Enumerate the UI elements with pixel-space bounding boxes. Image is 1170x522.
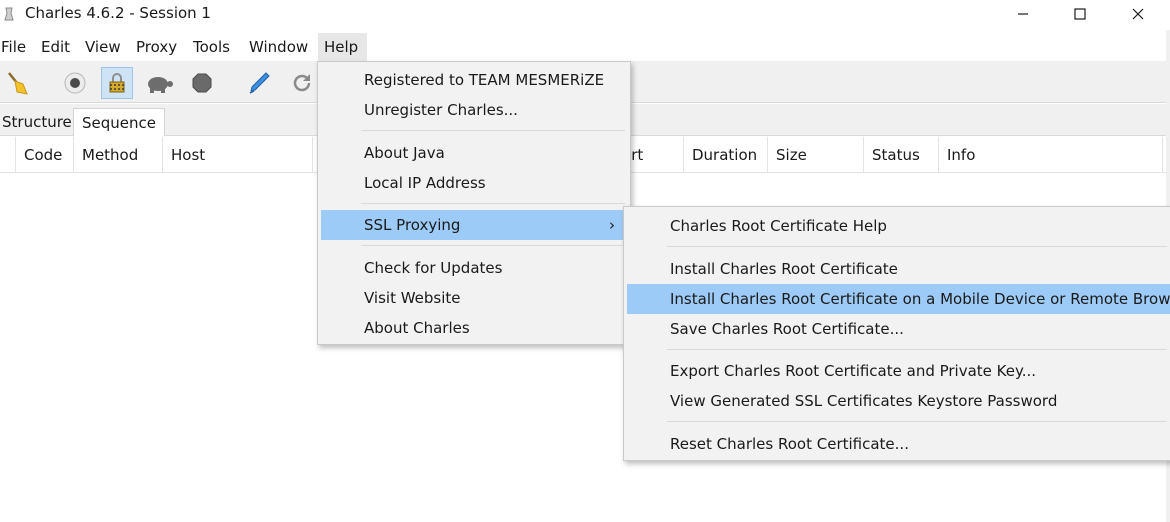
menu-item-install-root-cert[interactable]: Install Charles Root Certificate bbox=[627, 254, 1170, 284]
record-icon bbox=[64, 72, 86, 94]
menu-item-install-mobile-cert[interactable]: Install Charles Root Certificate on a Mo… bbox=[627, 284, 1170, 314]
menu-separator bbox=[667, 421, 1167, 422]
chevron-right-icon: › bbox=[609, 216, 615, 234]
throttling-button[interactable] bbox=[143, 67, 175, 99]
clear-session-button[interactable] bbox=[2, 67, 34, 99]
menu-item-export-root-cert[interactable]: Export Charles Root Certificate and Priv… bbox=[627, 356, 1170, 386]
record-button[interactable] bbox=[59, 67, 91, 99]
menu-item-local-ip[interactable]: Local IP Address bbox=[321, 168, 627, 198]
column-size[interactable]: Size bbox=[768, 137, 864, 173]
maximize-button[interactable] bbox=[1057, 0, 1103, 28]
menu-separator bbox=[667, 246, 1167, 247]
title-bar: Charles 4.6.2 - Session 1 bbox=[0, 0, 1170, 30]
menu-item-save-root-cert[interactable]: Save Charles Root Certificate... bbox=[627, 314, 1170, 344]
column-indicator[interactable] bbox=[0, 137, 16, 173]
menu-help[interactable]: Help bbox=[318, 33, 368, 61]
column-status[interactable]: Status bbox=[864, 137, 939, 173]
menu-item-visit-website[interactable]: Visit Website bbox=[321, 283, 627, 313]
menu-proxy[interactable]: Proxy bbox=[135, 33, 178, 61]
menu-separator bbox=[361, 130, 625, 131]
menu-item-check-updates[interactable]: Check for Updates bbox=[321, 253, 627, 283]
menu-item-about-charles[interactable]: About Charles bbox=[321, 313, 627, 343]
ssl-lock-icon bbox=[109, 73, 125, 93]
repeat-icon bbox=[293, 74, 311, 92]
throttle-turtle-icon bbox=[148, 77, 173, 93]
column-method[interactable]: Method bbox=[74, 137, 163, 173]
menu-item-about-java[interactable]: About Java bbox=[321, 138, 627, 168]
ssl-proxying-button[interactable] bbox=[101, 67, 133, 99]
breakpoints-button[interactable] bbox=[186, 67, 218, 99]
close-icon bbox=[1132, 8, 1144, 20]
menu-item-registered[interactable]: Registered to TEAM MESMERiZE bbox=[321, 65, 627, 95]
menu-view[interactable]: View bbox=[84, 33, 122, 61]
compose-pen-icon bbox=[249, 72, 270, 94]
column-info[interactable]: Info bbox=[939, 137, 1163, 173]
menu-item-root-cert-help[interactable]: Charles Root Certificate Help bbox=[627, 211, 1170, 241]
column-code[interactable]: Code bbox=[16, 137, 74, 173]
close-button[interactable] bbox=[1115, 0, 1161, 28]
breakpoints-hexagon-icon bbox=[192, 73, 212, 93]
window-title: Charles 4.6.2 - Session 1 bbox=[25, 4, 211, 22]
menu-separator bbox=[361, 245, 625, 246]
menu-item-ssl-proxying-label: SSL Proxying bbox=[364, 216, 461, 234]
charles-app-icon bbox=[4, 7, 14, 21]
tab-sequence[interactable]: Sequence bbox=[73, 108, 165, 136]
minimize-icon bbox=[1018, 13, 1028, 15]
menu-bar: File Edit View Proxy Tools Window Help bbox=[0, 33, 1170, 61]
repeat-button[interactable] bbox=[286, 67, 318, 99]
compose-button[interactable] bbox=[243, 67, 275, 99]
menu-item-unregister[interactable]: Unregister Charles... bbox=[321, 95, 627, 125]
broom-icon bbox=[8, 72, 28, 95]
column-host[interactable]: Host bbox=[163, 137, 313, 173]
menu-edit[interactable]: Edit bbox=[40, 33, 71, 61]
column-start[interactable]: art bbox=[622, 137, 684, 173]
minimize-button[interactable] bbox=[1000, 0, 1046, 28]
menu-tools[interactable]: Tools bbox=[192, 33, 231, 61]
column-duration[interactable]: Duration bbox=[684, 137, 768, 173]
menu-item-reset-root-cert[interactable]: Reset Charles Root Certificate... bbox=[627, 429, 1170, 459]
menu-file[interactable]: File bbox=[0, 33, 27, 61]
maximize-icon bbox=[1074, 8, 1086, 20]
ssl-proxying-submenu: Charles Root Certificate Help Install Ch… bbox=[623, 206, 1170, 461]
tab-structure[interactable]: Structure bbox=[0, 108, 74, 136]
menu-separator bbox=[361, 203, 625, 204]
menu-separator bbox=[667, 349, 1167, 350]
menu-item-ssl-proxying[interactable]: SSL Proxying › bbox=[321, 210, 627, 240]
help-menu: Registered to TEAM MESMERiZE Unregister … bbox=[317, 61, 631, 345]
menu-window[interactable]: Window bbox=[248, 33, 309, 61]
menu-item-view-keystore-password[interactable]: View Generated SSL Certificates Keystore… bbox=[627, 386, 1170, 416]
